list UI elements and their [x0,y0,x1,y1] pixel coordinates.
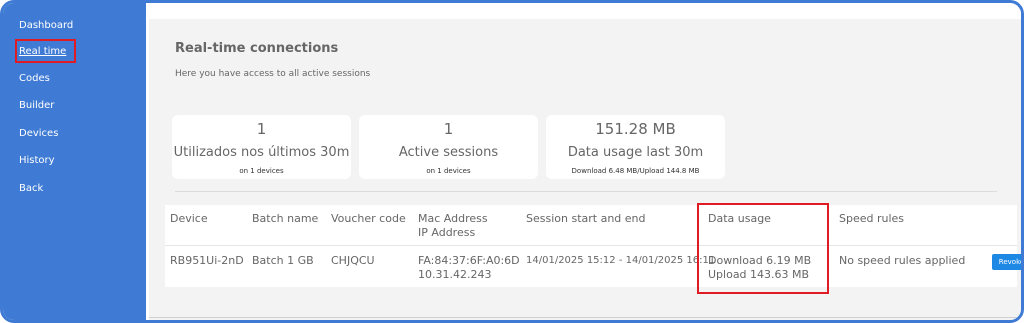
app-window: Dashboard Real time Codes Builder Device… [0,0,1024,323]
stat-value: 1 [443,120,454,138]
data-usage-highlight-box [697,203,829,294]
column-header-speed: Speed rules [839,212,905,225]
column-header-mac: Mac Address [418,212,488,225]
revoke-button[interactable]: Revoke [992,254,1021,270]
stat-value: 1 [256,120,267,138]
stat-value: 151.28 MB [595,120,676,138]
sidebar-item-builder[interactable]: Builder [19,100,54,112]
stat-card-active-sessions: 1 Active sessions on 1 devices [359,115,538,179]
column-header-session: Session start and end [526,212,646,225]
stat-label: Active sessions [398,145,499,160]
stat-sub: on 1 devices [426,167,471,175]
sidebar-item-codes[interactable]: Codes [19,73,50,85]
page-subtitle: Here you have access to all active sessi… [175,69,371,79]
main-content: Real-time connections Here you have acce… [149,9,1021,320]
stat-card-used: 1 Utilizados nos últimos 30m on 1 device… [172,115,351,179]
page-title: Real-time connections [175,41,339,56]
cell-voucher: CHJQCU [331,254,375,267]
cell-mac: FA:84:37:6F:A0:6D [418,254,520,267]
top-band [149,9,1021,19]
column-header-voucher: Voucher code [331,212,406,225]
sidebar-item-history[interactable]: History [19,155,55,167]
sidebar-item-devices[interactable]: Devices [19,128,58,140]
sidebar-item-dashboard[interactable]: Dashboard [19,20,73,32]
cell-device: RB951Ui-2nD [170,254,244,267]
highlight-annotation-box [15,39,76,63]
cell-speed-rules: No speed rules applied [839,254,966,267]
cell-ip: 10.31.42.243 [418,268,492,281]
bottom-divider [149,317,1021,318]
column-header-ip: IP Address [418,226,476,239]
column-header-batch: Batch name [252,212,319,225]
column-header-device: Device [170,212,208,225]
stat-label: Utilizados nos últimos 30m [173,145,350,160]
stat-label: Data usage last 30m [567,145,704,160]
cell-batch: Batch 1 GB [252,254,314,267]
stat-sub: on 1 devices [239,167,284,175]
stat-card-data-usage: 151.28 MB Data usage last 30m Download 6… [546,115,725,179]
sidebar-item-back[interactable]: Back [19,183,43,195]
stat-sub: Download 6.48 MB/Upload 144.8 MB [571,167,700,175]
row-separator [165,245,1017,246]
sessions-table: Device Batch name Voucher code Mac Addre… [165,205,1021,287]
sidebar: Dashboard Real time Codes Builder Device… [3,3,146,320]
cell-session: 14/01/2025 15:12 - 14/01/2025 16:11 [526,255,716,266]
section-divider [175,191,997,192]
